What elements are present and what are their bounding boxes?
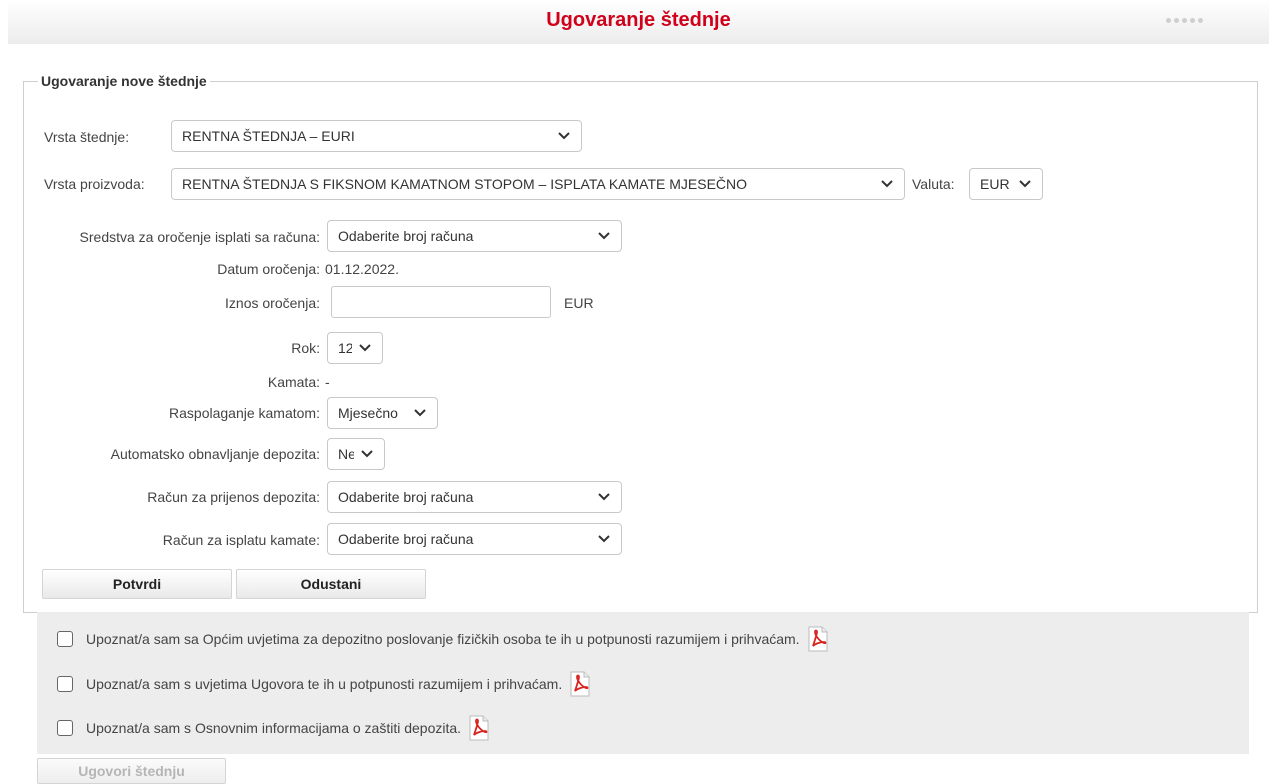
terms-checkbox[interactable]: [57, 676, 73, 692]
terms-text: Upoznat/a sam sa Općim uvjetima za depoz…: [86, 631, 800, 647]
pdf-icon[interactable]: [467, 715, 491, 741]
currency-select[interactable]: EUR: [969, 168, 1043, 200]
currency-value: EUR: [980, 176, 1010, 192]
deposit-date-value: 01.12.2022.: [325, 261, 399, 277]
interest-disposal-value: Mjesečno: [338, 405, 398, 421]
term-value: 12: [338, 340, 352, 356]
fieldset-legend: Ugovaranje nove štednje: [41, 73, 207, 89]
term-label: Rok:: [291, 340, 320, 356]
pdf-icon[interactable]: [806, 626, 830, 652]
transfer-account-select[interactable]: Odaberite broj računa: [327, 481, 622, 513]
chevron-down-icon: [413, 406, 427, 420]
terms-row: Upoznat/a sam s uvjetima Ugovora te ih u…: [57, 671, 592, 697]
interest-account-label: Račun za isplatu kamate:: [162, 532, 320, 548]
pdf-icon[interactable]: [568, 671, 592, 697]
source-account-label: Sredstva za oročenje isplati sa računa:: [79, 229, 320, 245]
terms-text: Upoznat/a sam s uvjetima Ugovora te ih u…: [86, 676, 563, 692]
savings-type-value: RENTNA ŠTEDNJA – EURI: [182, 128, 355, 144]
currency-label: Valuta:: [912, 176, 955, 192]
chevron-down-icon: [597, 490, 611, 504]
contract-savings-button[interactable]: Ugovori štednju: [37, 758, 226, 784]
chevron-down-icon: [557, 129, 571, 143]
auto-renewal-value: Ne: [338, 446, 354, 462]
amount-unit: EUR: [564, 295, 594, 311]
amount-label: Iznos oročenja:: [225, 295, 320, 311]
term-select[interactable]: 12: [327, 332, 383, 364]
interest-disposal-select[interactable]: Mjesečno: [327, 397, 438, 429]
amount-input[interactable]: [331, 286, 551, 318]
terms-checkbox[interactable]: [57, 631, 73, 647]
savings-type-select[interactable]: RENTNA ŠTEDNJA – EURI: [171, 120, 582, 152]
terms-checkbox[interactable]: [57, 720, 73, 736]
interest-value: -: [325, 374, 330, 390]
chevron-down-icon: [597, 532, 611, 546]
chevron-down-icon: [358, 341, 372, 355]
chevron-down-icon: [880, 177, 894, 191]
terms-row: Upoznat/a sam s Osnovnim informacijama o…: [57, 715, 491, 741]
auto-renewal-label: Automatsko obnavljanje depozita:: [110, 446, 320, 462]
savings-type-label: Vrsta štednje:: [44, 129, 130, 145]
interest-account-value: Odaberite broj računa: [338, 531, 474, 547]
product-type-select[interactable]: RENTNA ŠTEDNJA S FIKSNOM KAMATNOM STOPOM…: [171, 168, 905, 200]
chevron-down-icon: [360, 447, 374, 461]
terms-panel: Upoznat/a sam sa Općim uvjetima za depoz…: [37, 612, 1249, 754]
transfer-account-value: Odaberite broj računa: [338, 489, 474, 505]
product-type-value: RENTNA ŠTEDNJA S FIKSNOM KAMATNOM STOPOM…: [182, 176, 748, 192]
interest-disposal-label: Raspolaganje kamatom:: [169, 405, 320, 421]
source-account-value: Odaberite broj računa: [338, 228, 474, 244]
deposit-date-label: Datum oročenja:: [217, 261, 320, 277]
chevron-down-icon: [597, 229, 611, 243]
interest-label: Kamata:: [267, 374, 320, 390]
source-account-select[interactable]: Odaberite broj računa: [327, 220, 622, 252]
terms-text: Upoznat/a sam s Osnovnim informacijama o…: [86, 720, 462, 736]
auto-renewal-select[interactable]: Ne: [327, 438, 385, 470]
chevron-down-icon: [1018, 177, 1032, 191]
page-title: Ugovaranje štednje: [546, 9, 731, 31]
page-header: Ugovaranje štednje: [8, 0, 1269, 44]
loading-dots-icon: [1166, 18, 1203, 23]
terms-row: Upoznat/a sam sa Općim uvjetima za depoz…: [57, 626, 830, 652]
cancel-button[interactable]: Odustani: [236, 569, 426, 599]
product-type-label: Vrsta proizvoda:: [44, 176, 145, 192]
interest-account-select[interactable]: Odaberite broj računa: [327, 523, 622, 555]
confirm-button[interactable]: Potvrdi: [42, 569, 232, 599]
transfer-account-label: Račun za prijenos depozita:: [147, 489, 320, 505]
